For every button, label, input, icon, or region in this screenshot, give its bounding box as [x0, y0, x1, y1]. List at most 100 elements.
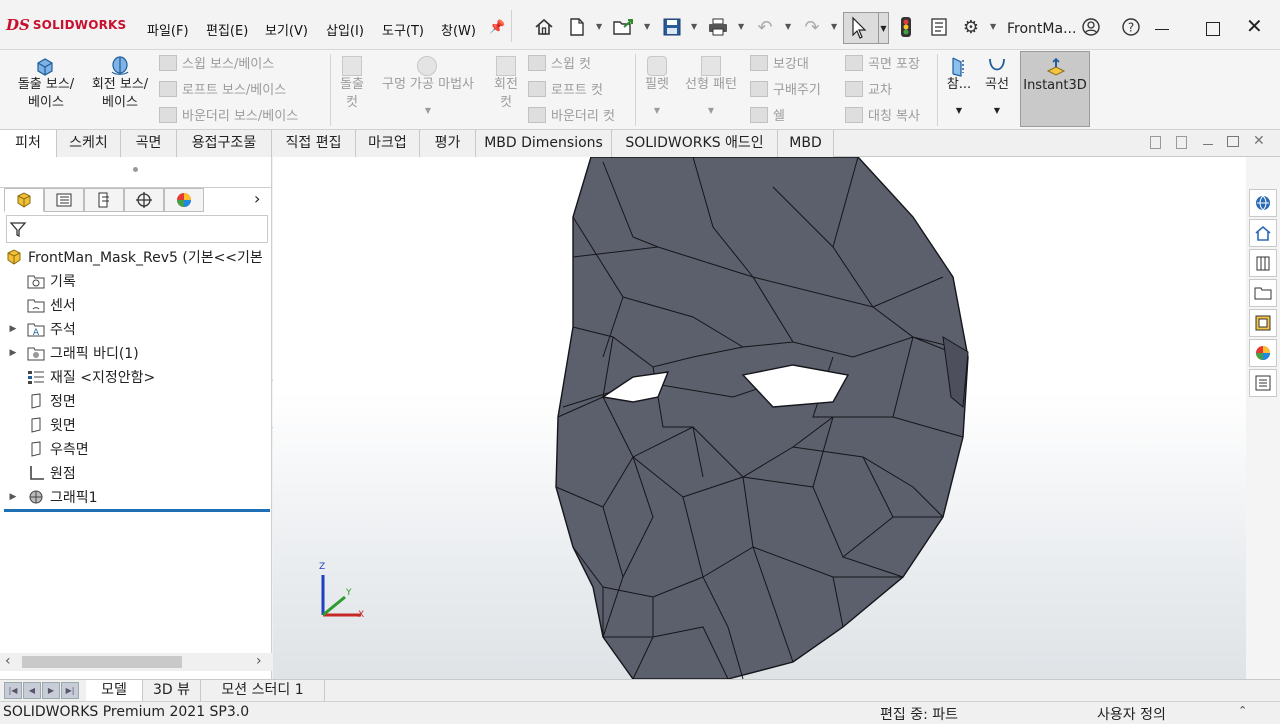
previous-tab-icon[interactable]: ◀	[23, 682, 41, 699]
restore-document-icon[interactable]	[1227, 136, 1239, 147]
tree-item-origin[interactable]: 원점	[0, 461, 76, 485]
boundary-cut-button[interactable]: 바운더리 컷	[528, 105, 615, 124]
menu-insert[interactable]: 삽입(I)	[326, 20, 364, 39]
curves-button[interactable]: 곡선 ▼	[979, 76, 1015, 120]
tab-sketch[interactable]: 스케치	[57, 130, 121, 157]
custom-properties-icon[interactable]	[1249, 369, 1277, 397]
sweep-cut-button[interactable]: 스윕 컷	[528, 53, 591, 72]
print-icon[interactable]	[705, 14, 731, 40]
shell-button[interactable]: 쉘	[750, 105, 785, 124]
revolve-cut-button[interactable]: 회전 컷	[488, 76, 524, 112]
status-expand-icon[interactable]: ⌃	[1238, 704, 1247, 717]
chevron-down-icon[interactable]: ▼	[738, 22, 744, 31]
scroll-left-icon[interactable]: ‹	[5, 653, 11, 669]
last-tab-icon[interactable]: ▶|	[61, 682, 79, 699]
chevron-down-icon[interactable]: ▼	[785, 22, 791, 31]
scroll-thumb[interactable]	[22, 656, 182, 668]
extrude-boss-button[interactable]: 돌출 보스/ 베이스	[4, 76, 88, 112]
tree-item-history[interactable]: 기록	[0, 269, 76, 293]
intersect-button[interactable]: 교차	[845, 79, 892, 98]
panel-grip-icon[interactable]	[133, 167, 138, 172]
chevron-down-icon[interactable]: ▼	[941, 102, 977, 120]
tab-surfaces[interactable]: 곡면	[121, 130, 177, 157]
file-explorer-icon[interactable]	[1249, 279, 1277, 307]
appearances-scenes-icon[interactable]	[1249, 339, 1277, 367]
chevron-down-icon[interactable]: ▼	[979, 102, 1015, 120]
home-icon[interactable]	[1249, 219, 1277, 247]
draft-button[interactable]: 구배주기	[750, 79, 821, 98]
new-document-icon[interactable]	[564, 14, 590, 40]
chevron-right-icon[interactable]: ›	[254, 189, 260, 208]
open-folder-icon[interactable]	[610, 14, 636, 40]
menu-edit[interactable]: 편집(E)	[206, 20, 248, 39]
chevron-down-icon[interactable]: ▼	[373, 102, 483, 120]
menu-file[interactable]: 파일(F)	[147, 20, 189, 39]
tree-item-right-plane[interactable]: 우측면	[0, 437, 89, 461]
menu-tools[interactable]: 도구(T)	[382, 20, 424, 39]
tab-display-manager[interactable]	[164, 188, 204, 212]
tab-solidworks-addins[interactable]: SOLIDWORKS 애드인	[612, 130, 778, 157]
expand-arrow-icon[interactable]: ▶	[0, 348, 26, 358]
tab-model[interactable]: 모델	[86, 680, 143, 701]
select-tool-button[interactable]	[843, 12, 879, 44]
horizontal-scrollbar[interactable]: ‹ ›	[0, 653, 272, 671]
chevron-down-icon[interactable]: ▼	[990, 22, 996, 31]
solidworks-logo[interactable]: DS SOLIDWORKS	[6, 14, 126, 36]
expand-arrow-icon[interactable]: ▶	[0, 324, 26, 334]
minimize-document-icon[interactable]	[1203, 144, 1213, 145]
tab-mbd-dimensions[interactable]: MBD Dimensions	[476, 130, 612, 157]
mask-3d-model[interactable]	[273, 157, 1246, 679]
linear-pattern-button[interactable]: 선형 패턴 ▼	[679, 76, 743, 120]
close-document-icon[interactable]: ✕	[1253, 133, 1265, 149]
undo-icon[interactable]: ↶	[752, 14, 778, 40]
tree-item-sensors[interactable]: 센서	[0, 293, 76, 317]
tab-mbd[interactable]: MBD	[778, 130, 834, 157]
chevron-down-icon[interactable]: ▼	[596, 22, 602, 31]
tree-item-front-plane[interactable]: 정면	[0, 389, 76, 413]
chevron-down-icon[interactable]: ▼	[644, 22, 650, 31]
tree-item-annotations[interactable]: ▶ A 주석	[0, 317, 76, 341]
tab-direct-editing[interactable]: 직접 편집	[272, 130, 356, 157]
tree-filter-box[interactable]	[6, 215, 268, 243]
sweep-boss-button[interactable]: 스윕 보스/베이스	[159, 53, 274, 72]
instant3d-button[interactable]: Instant3D	[1020, 51, 1090, 127]
tab-property-manager[interactable]	[44, 188, 84, 212]
redo-icon[interactable]: ↷	[799, 14, 825, 40]
scroll-right-icon[interactable]: ›	[256, 653, 262, 669]
minimize-icon[interactable]	[1155, 29, 1169, 30]
tree-item-graphics1[interactable]: ▶ 그래픽1	[0, 485, 98, 509]
status-unit-system[interactable]: 사용자 정의	[1097, 704, 1166, 724]
split-pane-icon[interactable]	[1176, 136, 1187, 149]
solidworks-resources-icon[interactable]	[1249, 189, 1277, 217]
rib-button[interactable]: 보강대	[750, 53, 809, 72]
chevron-down-icon[interactable]: ▼	[679, 102, 743, 120]
wrap-button[interactable]: 곡면 포장	[845, 53, 920, 72]
pin-icon[interactable]: 📌	[489, 20, 505, 35]
tree-item-material[interactable]: 재질 <지정안함>	[0, 365, 155, 389]
chevron-down-icon[interactable]: ▼	[637, 102, 677, 120]
expand-arrow-icon[interactable]: ▶	[0, 492, 26, 502]
menu-window[interactable]: 창(W)	[441, 20, 476, 39]
tree-root-part[interactable]: FrontMan_Mask_Rev5 (기본<<기본	[4, 245, 263, 269]
user-account-icon[interactable]	[1078, 14, 1104, 40]
first-tab-icon[interactable]: |◀	[4, 682, 22, 699]
fillet-button[interactable]: 필렛 ▼	[637, 76, 677, 120]
chevron-down-icon[interactable]: ▼	[831, 22, 837, 31]
hole-wizard-button[interactable]: 구멍 가공 마법사 ▼	[373, 76, 483, 120]
extrude-cut-button[interactable]: 돌출 컷	[334, 76, 370, 112]
chevron-down-icon[interactable]: ▼	[879, 12, 889, 44]
tab-weldments[interactable]: 용접구조물	[177, 130, 272, 157]
tree-item-top-plane[interactable]: 윗면	[0, 413, 76, 437]
reference-geometry-button[interactable]: 참... ▼	[941, 76, 977, 120]
tab-motion-study[interactable]: 모션 스터디 1	[201, 680, 325, 701]
design-library-icon[interactable]	[1249, 249, 1277, 277]
tree-item-graphics-bodies[interactable]: ▶ 그래픽 바디(1)	[0, 341, 139, 365]
tab-features[interactable]: 피처	[0, 130, 57, 157]
boundary-boss-button[interactable]: 바운더리 보스/베이스	[159, 105, 298, 124]
chevron-down-icon[interactable]: ▼	[691, 22, 697, 31]
tab-3d-view[interactable]: 3D 뷰	[143, 680, 201, 701]
close-icon[interactable]: ✕	[1246, 16, 1263, 36]
rebuild-traffic-light-icon[interactable]	[893, 14, 919, 40]
tab-configuration-manager[interactable]	[84, 188, 124, 212]
gear-icon[interactable]: ⚙	[958, 14, 984, 40]
